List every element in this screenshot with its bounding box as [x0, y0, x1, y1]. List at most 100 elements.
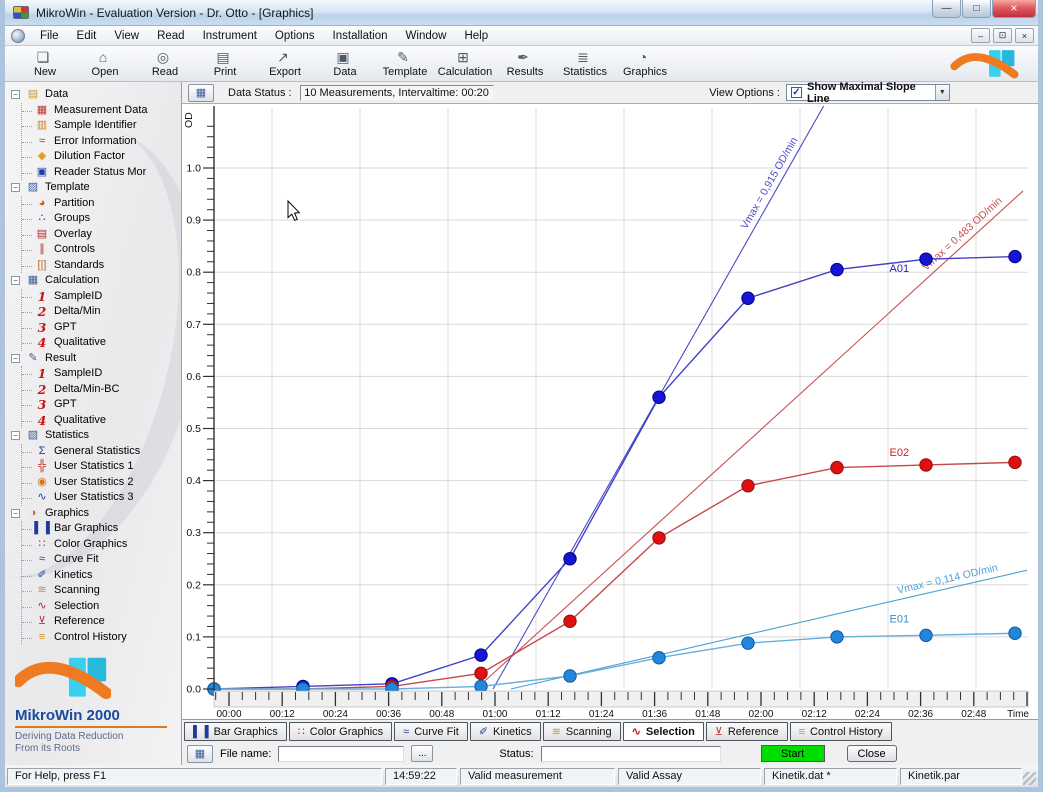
tree-section-row[interactable]: − ▤ Data [11, 87, 181, 103]
selection-icon: ∿ [34, 599, 50, 615]
tree-item[interactable]: ▌▐ Bar Graphics [22, 521, 181, 537]
tree-item[interactable]: ◆ Dilution Factor [22, 149, 181, 165]
tree-item[interactable]: ◕ Partition [22, 196, 181, 212]
tree-item[interactable]: 2 Delta/Min-BC [22, 382, 181, 398]
tab[interactable]: ✐ Kinetics [470, 722, 541, 741]
tree-item[interactable]: ≋ Scanning [22, 583, 181, 599]
menu-item[interactable]: Help [455, 28, 497, 44]
tab[interactable]: ∿ Selection [623, 722, 704, 741]
collapse-toggle-icon[interactable]: − [11, 183, 20, 192]
file-name-input[interactable] [278, 746, 404, 762]
tab[interactable]: ⊻ Reference [706, 722, 788, 741]
reader-status-icon: ▣ [34, 165, 50, 181]
menu-item[interactable]: Instrument [194, 28, 266, 44]
menu-item[interactable]: View [105, 28, 148, 44]
toolbar-button[interactable]: ≣ Statistics [555, 47, 615, 81]
toolbar-button[interactable]: ↗ Export [255, 47, 315, 81]
kinetics-chart[interactable]: Vmax = 0,915 OD/minVmax = 0,483 OD/minVm… [182, 104, 1038, 719]
product-name: MikroWin 2000 [15, 707, 167, 728]
resize-grip[interactable] [1023, 772, 1036, 785]
collapse-toggle-icon[interactable]: − [11, 354, 20, 363]
toolbar-button[interactable]: ⌂ Open [75, 47, 135, 81]
collapse-toggle-icon[interactable]: − [11, 509, 20, 518]
tree-item[interactable]: [|] Standards [22, 258, 181, 274]
toolbar-button[interactable]: ⊞ Calculation [435, 47, 495, 81]
grid-view-button[interactable]: ▦ [188, 84, 214, 102]
tree-item[interactable]: ▥ Sample Identifier [22, 118, 181, 134]
tree-item-label: Sample Identifier [54, 118, 137, 134]
close-panel-button[interactable]: Close [847, 745, 897, 762]
collapse-toggle-icon[interactable]: − [11, 431, 20, 440]
menu-item[interactable]: File [31, 28, 68, 44]
tree-section-row[interactable]: − ▧ Statistics [11, 428, 181, 444]
tree-item[interactable]: ▤ Overlay [22, 227, 181, 243]
close-button[interactable]: × [992, 0, 1036, 18]
toolbar-button[interactable]: ✒ Results [495, 47, 555, 81]
dropdown-icon[interactable]: ▼ [935, 85, 949, 100]
mdi-close-button[interactable]: × [1015, 28, 1034, 43]
maximize-button[interactable]: □ [962, 0, 991, 18]
tree-item[interactable]: ≡ Control History [22, 630, 181, 646]
tree-item[interactable]: 4 Qualitative [22, 413, 181, 429]
reference-icon: ⊻ [715, 725, 723, 738]
file-name-label: File name: [220, 748, 271, 760]
tree-item[interactable]: 3 GPT [22, 397, 181, 413]
menu-item[interactable]: Read [148, 28, 194, 44]
graphics-icon: ◔ [635, 50, 651, 66]
status-panel: Kinetik.dat * [764, 768, 897, 785]
status-input[interactable] [541, 746, 721, 762]
tree-item[interactable]: ╬ User Statistics 1 [22, 459, 181, 475]
view-options-combobox[interactable]: ✓ Show Maximal Slope Line ▼ [786, 84, 950, 101]
tree-item[interactable]: ▦ Measurement Data [22, 103, 181, 119]
tree-item[interactable]: Σ General Statistics [22, 444, 181, 460]
menu-item[interactable]: Options [266, 28, 324, 44]
toolbar-button[interactable]: ◎ Read [135, 47, 195, 81]
window-controls: — □ × [931, 0, 1036, 26]
tree-section-row[interactable]: − ◑ Graphics [11, 506, 181, 522]
tab[interactable]: ≈ Curve Fit [394, 722, 468, 741]
tree-item[interactable]: ∥ Controls [22, 242, 181, 258]
collapse-toggle-icon[interactable]: − [11, 90, 20, 99]
menu-item[interactable]: Installation [324, 28, 397, 44]
toolbar-button[interactable]: ◔ Graphics [615, 47, 675, 81]
toolbar-button-label: Export [269, 66, 301, 78]
toolbar-button[interactable]: ▣ Data [315, 47, 375, 81]
collapse-toggle-icon[interactable]: − [11, 276, 20, 285]
tree-item[interactable]: ∿ Selection [22, 599, 181, 615]
tree-item[interactable]: 3 GPT [22, 320, 181, 336]
tree-section-row[interactable]: − ▨ Template [11, 180, 181, 196]
tab[interactable]: ≋ Scanning [543, 722, 621, 741]
tree-item[interactable]: ∴ Groups [22, 211, 181, 227]
toolbar-button[interactable]: ✎ Template [375, 47, 435, 81]
tree-item[interactable]: ∿ User Statistics 3 [22, 490, 181, 506]
toolbar-button[interactable]: ▤ Print [195, 47, 255, 81]
tree-item[interactable]: 1 SampleID [22, 289, 181, 305]
minimize-button[interactable]: — [932, 0, 961, 18]
menu-item[interactable]: Edit [68, 28, 106, 44]
mdi-restore-button[interactable]: ⊡ [993, 28, 1012, 43]
tree-item[interactable]: 2 Delta/Min [22, 304, 181, 320]
tree-item[interactable]: 4 Qualitative [22, 335, 181, 351]
tree-item[interactable]: ≈ Error Information [22, 134, 181, 150]
start-button[interactable]: Start [761, 745, 825, 762]
tree-item[interactable]: ⊻ Reference [22, 614, 181, 630]
check-icon[interactable]: ✓ [791, 87, 802, 98]
tab[interactable]: ≡ Control History [790, 722, 892, 741]
number-2-icon: 2 [34, 304, 50, 320]
browse-button[interactable]: ... [411, 745, 433, 762]
tree-section-row[interactable]: − ▦ Calculation [11, 273, 181, 289]
tree-item[interactable]: ✐ Kinetics [22, 568, 181, 584]
tree-section-row[interactable]: − ✎ Result [11, 351, 181, 367]
tree-item[interactable]: ▣ Reader Status Mor [22, 165, 181, 181]
toolbar-button[interactable]: ❏ New [15, 47, 75, 81]
tab[interactable]: ▌▐ Bar Graphics [184, 722, 287, 741]
tree-item[interactable]: ≈ Curve Fit [22, 552, 181, 568]
menu-item[interactable]: Window [397, 28, 456, 44]
tree-item[interactable]: ∷ Color Graphics [22, 537, 181, 553]
mdi-minimize-button[interactable]: – [971, 28, 990, 43]
tab[interactable]: ∷ Color Graphics [289, 722, 392, 741]
grid-view-button[interactable]: ▦ [187, 745, 213, 763]
tree-item[interactable]: 1 SampleID [22, 366, 181, 382]
application-icon[interactable] [11, 29, 25, 43]
tree-item[interactable]: ◉ User Statistics 2 [22, 475, 181, 491]
